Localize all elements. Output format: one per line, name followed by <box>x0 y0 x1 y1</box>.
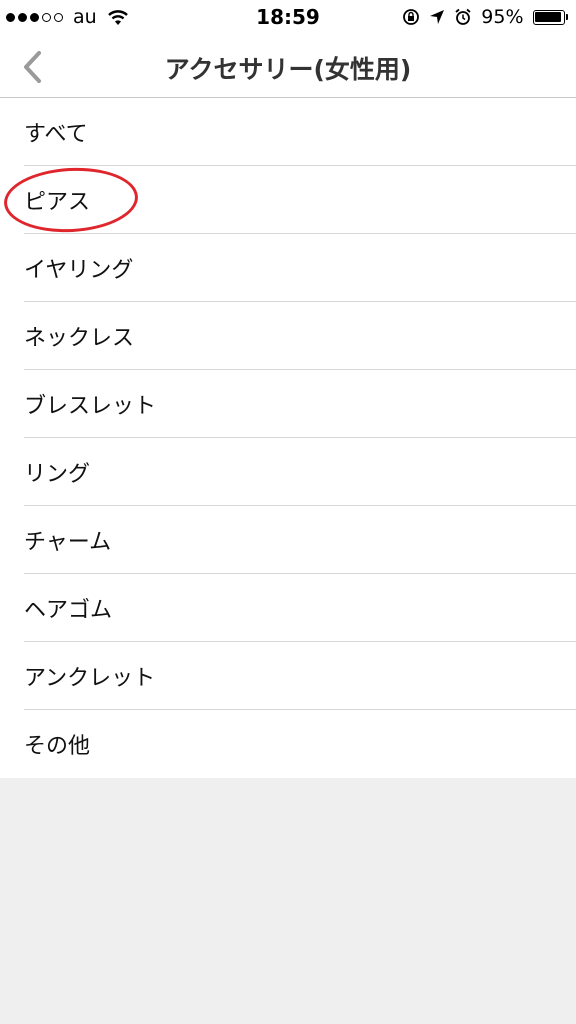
rotation-lock-icon <box>403 9 420 25</box>
category-label: イヤリング <box>24 258 134 283</box>
location-arrow-icon <box>430 10 445 24</box>
category-item-ring[interactable]: リング <box>0 438 576 506</box>
category-item-hair-tie[interactable]: ヘアゴム <box>0 574 576 642</box>
category-item-all[interactable]: すべて <box>0 98 576 166</box>
category-label: その他 <box>24 734 91 759</box>
category-label: すべて <box>24 122 88 147</box>
category-label: チャーム <box>24 530 112 555</box>
category-label: ネックレス <box>24 326 135 351</box>
category-item-anklet[interactable]: アンクレット <box>0 642 576 710</box>
battery-fill <box>535 12 561 22</box>
category-item-necklace[interactable]: ネックレス <box>0 302 576 370</box>
battery-icon <box>532 9 568 25</box>
category-item-other[interactable]: その他 <box>0 710 576 778</box>
status-bar: au 18:59 95% <box>0 0 576 34</box>
category-item-charm[interactable]: チャーム <box>0 506 576 574</box>
battery-percent: 95% <box>481 6 524 28</box>
category-label: ヘアゴム <box>24 598 113 623</box>
category-list: すべて ピアス イヤリング ネックレス ブレスレット リング チャーム ヘアゴム… <box>0 98 576 778</box>
category-label: ブレスレット <box>24 394 157 419</box>
category-item-pierced-earrings[interactable]: ピアス <box>0 164 576 236</box>
category-label: アンクレット <box>24 666 156 691</box>
alarm-icon <box>455 8 471 25</box>
category-item-bracelet[interactable]: ブレスレット <box>0 370 576 438</box>
status-right: 95% <box>402 6 568 28</box>
category-item-earrings[interactable]: イヤリング <box>0 234 576 302</box>
navigation-bar: アクセサリー(女性用) <box>0 34 576 98</box>
category-label: リング <box>24 462 91 487</box>
highlight-circle <box>2 164 140 236</box>
page-title: アクセサリー(女性用) <box>164 55 412 84</box>
